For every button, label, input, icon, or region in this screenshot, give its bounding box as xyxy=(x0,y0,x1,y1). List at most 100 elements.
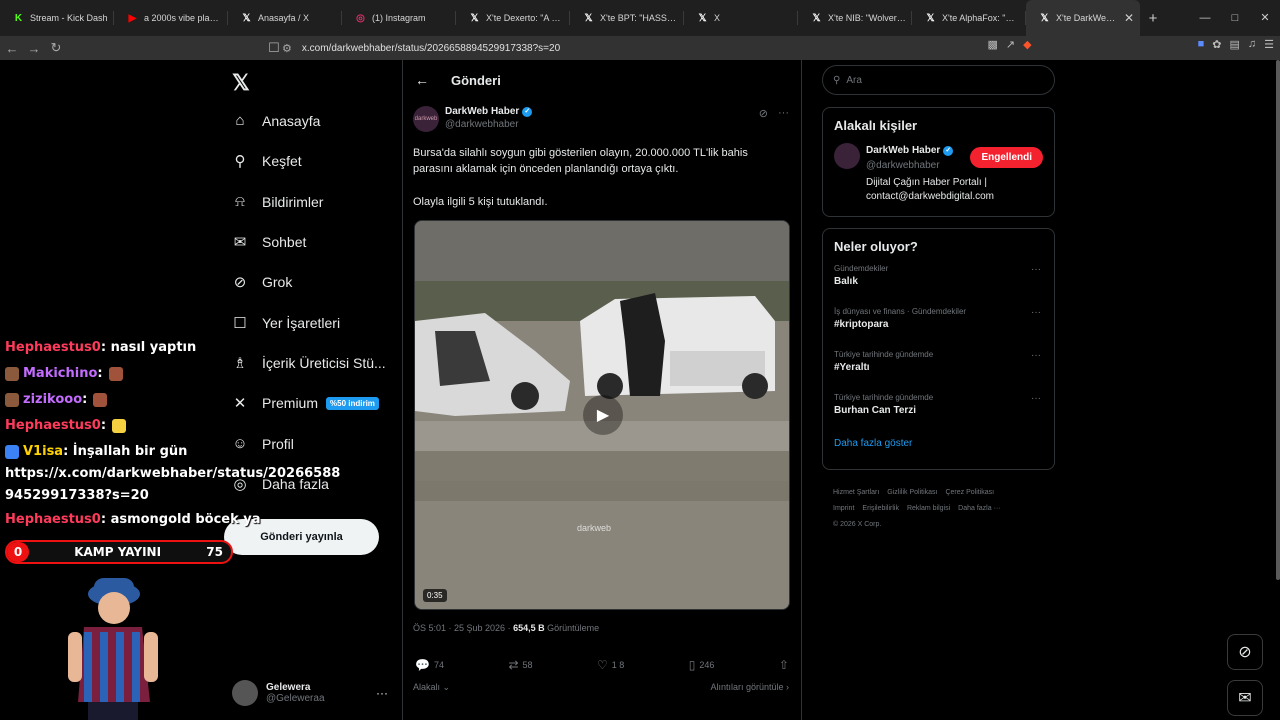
footer-link[interactable]: Hizmet Şartları xyxy=(833,489,879,496)
nav-item-4[interactable]: ✉ Sohbet xyxy=(232,233,307,251)
post-header: ← Gönderi xyxy=(415,72,501,88)
messages-icon[interactable]: ✉ xyxy=(1227,680,1263,716)
new-tab-button[interactable]: + xyxy=(1140,10,1166,27)
extension-a-icon[interactable]: ■ xyxy=(1198,38,1205,51)
footer-link[interactable]: Gizlilik Politikası xyxy=(887,489,937,496)
video-watermark: darkweb xyxy=(577,523,612,533)
more-icon[interactable]: ··· xyxy=(376,686,388,700)
scrollbar[interactable] xyxy=(1276,60,1280,580)
nav-item-6[interactable]: ☐ Yer İşaretleri xyxy=(232,314,340,332)
address-bar[interactable]: ⚙ x.com/darkwebhaber/status/202665889452… xyxy=(282,38,1008,58)
x-page: 𝕏 ⌂ Anasayfa ⚲ Keşfet ⍾ Bildirimler ✉ Sohbet ⊘ Gr… xyxy=(0,60,1280,720)
more-icon[interactable]: ··· xyxy=(1031,307,1041,318)
reply-sort-dropdown[interactable]: Alakalı ⌄ xyxy=(413,682,450,693)
video-player[interactable]: ▶ darkweb 0:35 xyxy=(414,220,790,610)
grok-icon[interactable]: ⊘ xyxy=(1227,634,1263,670)
browser-tab[interactable]: 𝕏 X'te NIB: "Wolverine la xyxy=(798,0,912,36)
minimize-button[interactable]: — xyxy=(1190,0,1220,36)
more-icon[interactable]: ··· xyxy=(1031,393,1041,404)
nav-item-9[interactable]: ☺ Profil xyxy=(232,435,294,452)
maximize-button[interactable]: □ xyxy=(1220,0,1250,36)
search-icon: ⚲ xyxy=(234,153,246,170)
share-icon[interactable]: ↗ xyxy=(1006,38,1015,51)
footer-link[interactable]: Daha fazla ··· xyxy=(958,505,1000,512)
browser-tab[interactable]: 𝕏 X'te AlphaFox: "Omar y xyxy=(912,0,1026,36)
author-handle[interactable]: @darkwebhaber xyxy=(445,119,532,130)
chat-text: : İnşallah bir gün xyxy=(63,444,188,459)
nav-item-3[interactable]: ⍾ Bildirimler xyxy=(232,193,323,210)
chat-message: zizikooo: xyxy=(5,392,111,407)
chat-badge-icon xyxy=(5,366,19,381)
browser-tab[interactable]: 𝕏X xyxy=(684,0,798,36)
camp-progress-bar: 0 KAMP YAYINI 75 xyxy=(5,540,233,564)
search-input[interactable]: ⚲ Ara xyxy=(822,65,1055,95)
chat-username: Makichino xyxy=(23,366,98,381)
back-arrow-icon[interactable]: ← xyxy=(415,72,429,88)
chat-emote-icon xyxy=(93,392,108,407)
brave-shield-icon[interactable]: ◆ xyxy=(1023,38,1031,51)
footer-link[interactable]: Reklam bilgisi xyxy=(907,505,950,512)
view-quotes-link[interactable]: Alıntıları görüntüle › xyxy=(710,682,789,692)
post-text-paragraph: Olayla ilgili 5 kişi tutuklandı. xyxy=(413,196,548,208)
bookmark-count: 246 xyxy=(699,660,715,670)
nav-item-1[interactable]: ⌂ Anasayfa xyxy=(232,112,320,129)
nav-item-7[interactable]: ♗ İçerik Üreticisi Stü... xyxy=(232,354,385,372)
close-window-button[interactable]: ✕ xyxy=(1250,0,1280,36)
browser-tab[interactable]: 𝕏 X'te BPT: "HASSAS | Es xyxy=(570,0,684,36)
author-name[interactable]: DarkWeb Haber xyxy=(445,106,519,117)
bookmark-page-icon[interactable]: ☐ xyxy=(264,40,284,56)
avatar[interactable] xyxy=(834,143,860,169)
trend-item[interactable]: İş dünyası ve finans · Gündemdekiler #kri… xyxy=(834,307,1043,350)
puzzle-icon[interactable]: ✿ xyxy=(1212,38,1221,51)
more-icon[interactable]: ··· xyxy=(778,107,789,120)
repost-button[interactable]: ⇄ 58 xyxy=(508,658,532,672)
browser-tab[interactable]: ◎ (1) Instagram xyxy=(342,0,456,36)
footer-link[interactable]: Imprint xyxy=(833,505,854,512)
browser-tab[interactable]: 𝕏 Anasayfa / X xyxy=(228,0,342,36)
account-switcher[interactable]: Gelewera @Geleweraa ··· xyxy=(232,680,388,706)
browser-tab[interactable]: K Stream - Kick Dash xyxy=(0,0,114,36)
more-icon[interactable]: ··· xyxy=(1031,264,1041,275)
nav-item-5[interactable]: ⊘ Grok xyxy=(232,273,293,291)
related-handle[interactable]: @darkwebhaber xyxy=(866,160,940,171)
site-info-icon[interactable]: ⚙ xyxy=(282,42,292,55)
sidebar-icon[interactable]: ▤ xyxy=(1229,38,1239,51)
browser-tab[interactable]: ▶ a 2000s vibe playlist xyxy=(114,0,228,36)
avatar[interactable]: darkweb xyxy=(413,106,439,132)
bookmark-button[interactable]: ▯ 246 xyxy=(689,658,715,672)
post-author[interactable]: darkweb DarkWeb Haber ✓ @darkwebhaber xyxy=(413,106,533,132)
show-more-link[interactable]: Daha fazla göster xyxy=(834,438,1043,449)
share-button[interactable]: ⇧ xyxy=(779,658,789,672)
back-icon[interactable]: ← xyxy=(2,41,22,56)
blocked-button[interactable]: Engellendi xyxy=(970,147,1043,168)
nav-item-2[interactable]: ⚲ Keşfet xyxy=(232,152,302,170)
kick-icon: K xyxy=(14,12,23,24)
trend-item[interactable]: Türkiye tarihinde gündemde #Yeraltı ··· xyxy=(834,350,1043,393)
browser-tab[interactable]: 𝕏 X'te Dexerto: "A Univer xyxy=(456,0,570,36)
close-tab-icon[interactable]: ✕ xyxy=(1124,11,1134,25)
reply-button[interactable]: 💬 74 xyxy=(415,658,444,672)
nav-item-label: Sohbet xyxy=(262,234,307,250)
like-button[interactable]: ♡ 1 8 xyxy=(597,658,624,672)
play-icon[interactable]: ▶ xyxy=(583,395,623,435)
related-name[interactable]: DarkWeb Haber xyxy=(866,145,940,156)
nav-item-8[interactable]: ✕ Premium %50 indirim xyxy=(232,394,379,412)
divider xyxy=(801,60,802,720)
menu-icon[interactable]: ☰ xyxy=(1264,38,1274,51)
footer-link[interactable]: Çerez Politikası xyxy=(945,489,994,496)
related-person[interactable]: DarkWeb Haber ✓ @darkwebhaber Dijital Çağ… xyxy=(834,143,1043,213)
x-logo-icon[interactable]: 𝕏 xyxy=(232,70,250,96)
chat-text: : xyxy=(97,366,103,381)
tab-title: Anasayfa / X xyxy=(258,13,310,23)
cast-icon[interactable]: ▩ xyxy=(988,38,998,51)
trend-item[interactable]: Türkiye tarihinde gündemde Burhan Can Ter… xyxy=(834,393,1043,436)
trend-item[interactable]: Gündemdekiler Balık ··· xyxy=(834,264,1043,307)
grok-icon[interactable]: ⊘ xyxy=(759,107,768,120)
reload-icon[interactable]: ↻ xyxy=(46,40,66,56)
forward-icon[interactable]: → xyxy=(24,41,44,56)
footer-link[interactable]: Erişilebilirlik xyxy=(862,505,899,512)
music-icon[interactable]: ♫ xyxy=(1248,38,1256,51)
post-time[interactable]: ÖS 5:01 · 25 Şub 2026 · xyxy=(413,623,511,633)
more-icon[interactable]: ··· xyxy=(1031,350,1041,361)
browser-tab[interactable]: 𝕏 X'te DarkWeb Hab ✕ xyxy=(1026,0,1140,36)
